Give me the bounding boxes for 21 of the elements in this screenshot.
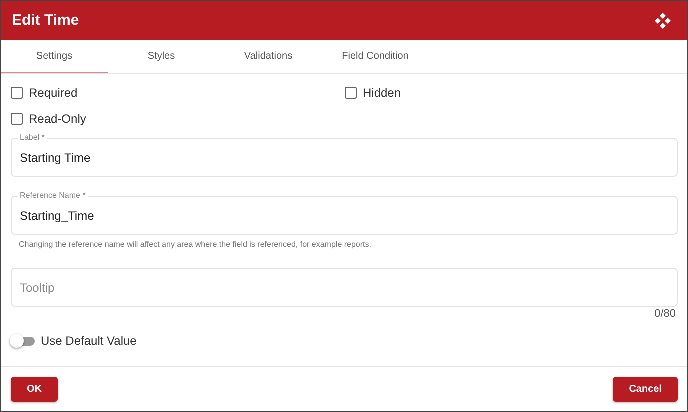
checkbox-label: Read-Only xyxy=(29,112,86,126)
tab[interactable]: Styles xyxy=(108,40,215,73)
field-label: Reference Name * xyxy=(18,191,88,200)
help-text: Changing the reference name will affect any area where the field is referenced, for example reports. xyxy=(18,239,372,251)
checkbox-label: Required xyxy=(29,86,78,100)
checkbox[interactable] xyxy=(11,113,23,125)
ok-button[interactable]: OK xyxy=(11,376,58,402)
move-icon[interactable] xyxy=(655,12,671,28)
tab[interactable]: Field Condition xyxy=(322,40,429,73)
cancel-button[interactable]: Cancel xyxy=(613,376,678,402)
tab[interactable]: Settings xyxy=(1,40,108,73)
toggle-label: Use Default Value xyxy=(41,334,137,348)
tab[interactable]: Validations xyxy=(215,40,322,73)
field-label: Label * xyxy=(18,133,47,142)
checkbox-label: Hidden xyxy=(363,86,402,100)
window-title: Edit Time xyxy=(12,12,80,29)
character-counter: 0/80 xyxy=(654,308,676,320)
tooltip-field[interactable]: Tooltip xyxy=(11,268,678,307)
toggle-switch[interactable] xyxy=(11,336,35,346)
checkbox[interactable] xyxy=(345,87,357,99)
checkbox[interactable] xyxy=(11,87,23,99)
